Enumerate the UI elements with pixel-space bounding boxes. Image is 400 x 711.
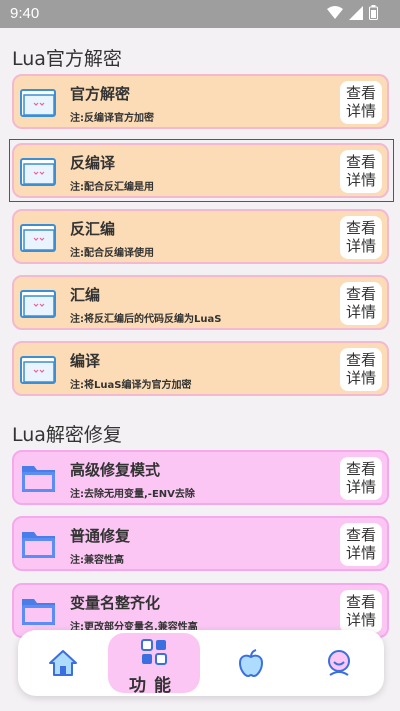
card-assemble[interactable]: 汇编 注:将反汇编后的代码反编为LuaS 查看 详情 — [12, 275, 389, 330]
grid-icon — [141, 639, 167, 665]
folder-icon — [22, 532, 55, 558]
nav-profile[interactable] — [314, 630, 364, 696]
nav-functions-label: 功能 — [129, 676, 179, 696]
selection-highlight — [9, 139, 394, 202]
folder-icon — [20, 224, 56, 252]
button-label-line2: 详情 — [345, 544, 376, 562]
button-label-line2: 详情 — [345, 478, 376, 496]
card-subtitle: 注:兼容性高 — [70, 555, 124, 566]
view-details-button[interactable]: 查看 详情 — [340, 457, 382, 500]
card-subtitle: 注:将反汇编后的代码反编为LuaS — [70, 314, 222, 325]
wifi-icon — [327, 5, 343, 19]
view-details-button[interactable]: 查看 详情 — [340, 81, 382, 124]
view-details-button[interactable]: 查看 详情 — [340, 348, 382, 391]
home-icon — [49, 650, 77, 676]
button-label-line1: 查看 — [345, 351, 376, 369]
button-label-line2: 详情 — [345, 303, 376, 321]
button-label-line2: 详情 — [345, 611, 376, 629]
nav-functions[interactable]: 功能 — [108, 633, 200, 696]
view-details-button[interactable]: 查看 详情 — [340, 282, 382, 325]
folder-icon — [22, 466, 55, 492]
apple-icon — [238, 649, 264, 677]
button-label-line1: 查看 — [345, 593, 376, 611]
battery-icon — [369, 5, 378, 20]
card-subtitle: 注:去除无用变量,-ENV去除 — [70, 489, 195, 500]
button-label-line2: 详情 — [345, 369, 376, 387]
card-title: 普通修复 — [70, 527, 131, 545]
nav-apple[interactable] — [226, 630, 276, 696]
folder-icon — [20, 89, 56, 117]
nav-home[interactable] — [38, 630, 88, 696]
bottom-nav: 功能 — [18, 630, 384, 696]
card-title: 变量名整齐化 — [70, 594, 161, 612]
button-label-line1: 查看 — [345, 460, 376, 478]
view-details-button[interactable]: 查看 详情 — [340, 216, 382, 259]
section-title-official: Lua官方解密 — [12, 48, 122, 70]
user-icon — [328, 650, 350, 676]
card-subtitle: 注:反编译官方加密 — [70, 113, 154, 124]
card-compile[interactable]: 编译 注:将LuaS编译为官方加密 查看 详情 — [12, 341, 389, 396]
status-bar: 9:40 — [0, 0, 400, 28]
status-icons — [327, 5, 378, 20]
button-label-line1: 查看 — [345, 84, 376, 102]
card-title: 反汇编 — [70, 220, 116, 238]
folder-icon — [22, 599, 55, 625]
card-title: 编译 — [70, 352, 101, 370]
signal-icon — [349, 5, 363, 20]
card-subtitle: 注:将LuaS编译为官方加密 — [70, 380, 192, 391]
card-advanced-repair[interactable]: 高级修复模式 注:去除无用变量,-ENV去除 查看 详情 — [12, 450, 389, 505]
card-normal-repair[interactable]: 普通修复 注:兼容性高 查看 详情 — [12, 516, 389, 571]
folder-icon — [20, 290, 56, 318]
button-label-line2: 详情 — [345, 237, 376, 255]
card-disassemble[interactable]: 反汇编 注:配合反编译使用 查看 详情 — [12, 209, 389, 264]
card-title: 官方解密 — [70, 85, 131, 103]
section-title-repair: Lua解密修复 — [12, 424, 122, 446]
button-label-line1: 查看 — [345, 526, 376, 544]
button-label-line1: 查看 — [345, 285, 376, 303]
button-label-line2: 详情 — [345, 102, 376, 120]
view-details-button[interactable]: 查看 详情 — [340, 523, 382, 566]
card-title: 汇编 — [70, 286, 101, 304]
card-subtitle: 注:配合反编译使用 — [70, 248, 154, 259]
status-time: 9:40 — [10, 5, 40, 22]
card-official-decrypt[interactable]: 官方解密 注:反编译官方加密 查看 详情 — [12, 74, 389, 129]
card-title: 高级修复模式 — [70, 461, 161, 479]
button-label-line1: 查看 — [345, 219, 376, 237]
folder-icon — [20, 356, 56, 384]
view-details-button[interactable]: 查看 详情 — [340, 590, 382, 633]
